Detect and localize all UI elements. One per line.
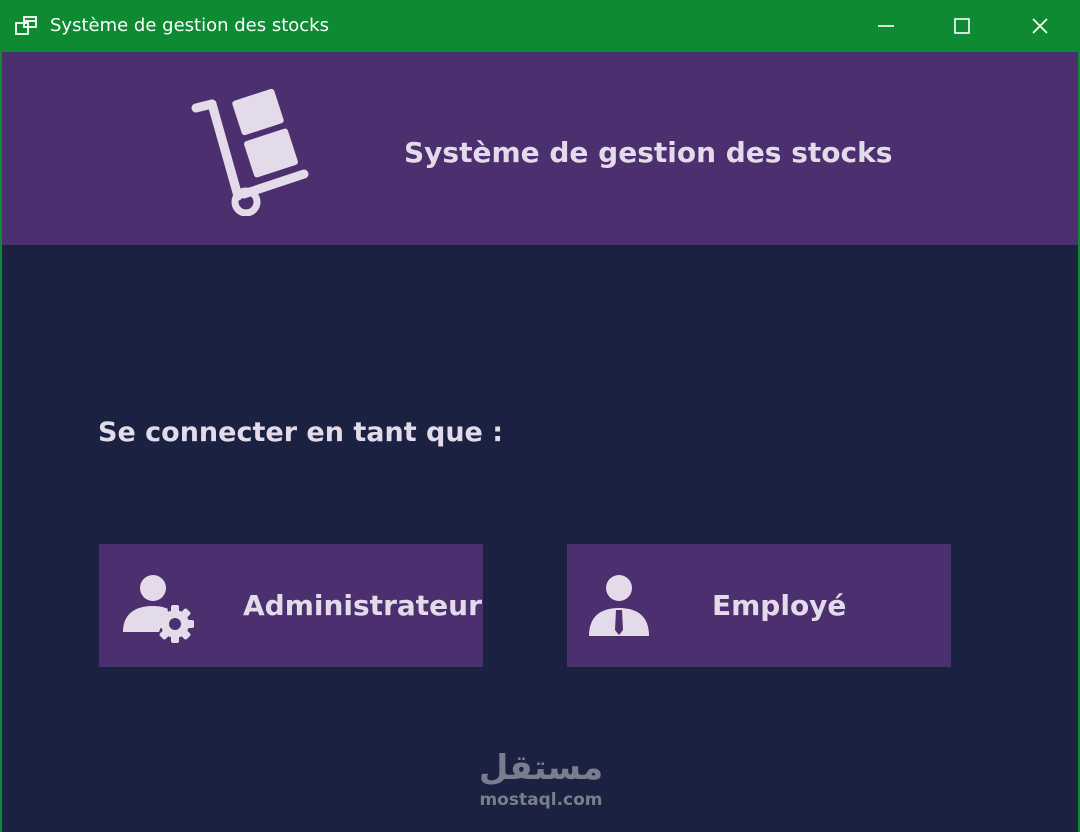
administrator-button[interactable]: Administrateur <box>99 544 483 667</box>
employee-label: Employé <box>712 589 847 622</box>
minimize-icon <box>878 25 894 27</box>
app-window: Système de gestion des stocks Système de… <box>0 0 1080 832</box>
hand-truck-icon <box>191 88 309 216</box>
employee-button[interactable]: Employé <box>567 544 951 667</box>
maximize-button[interactable] <box>926 0 998 52</box>
header-title: Système de gestion des stocks <box>404 136 893 169</box>
mostaql-watermark: مستقل mostaql.com <box>470 748 612 816</box>
app-window-icon <box>15 16 37 35</box>
title-bar[interactable]: Système de gestion des stocks <box>0 0 1080 52</box>
watermark-url: mostaql.com <box>479 790 603 810</box>
close-button[interactable] <box>1004 0 1076 52</box>
employee-user-icon <box>589 575 649 636</box>
app-header: Système de gestion des stocks <box>2 52 1078 245</box>
maximize-icon <box>954 18 970 34</box>
close-icon <box>1032 18 1048 34</box>
admin-user-gear-icon <box>123 575 194 643</box>
administrator-label: Administrateur <box>243 589 482 622</box>
window-title: Système de gestion des stocks <box>50 15 329 36</box>
minimize-button[interactable] <box>850 0 922 52</box>
login-prompt: Se connecter en tant que : <box>98 417 504 448</box>
watermark-brand: مستقل <box>478 748 604 788</box>
